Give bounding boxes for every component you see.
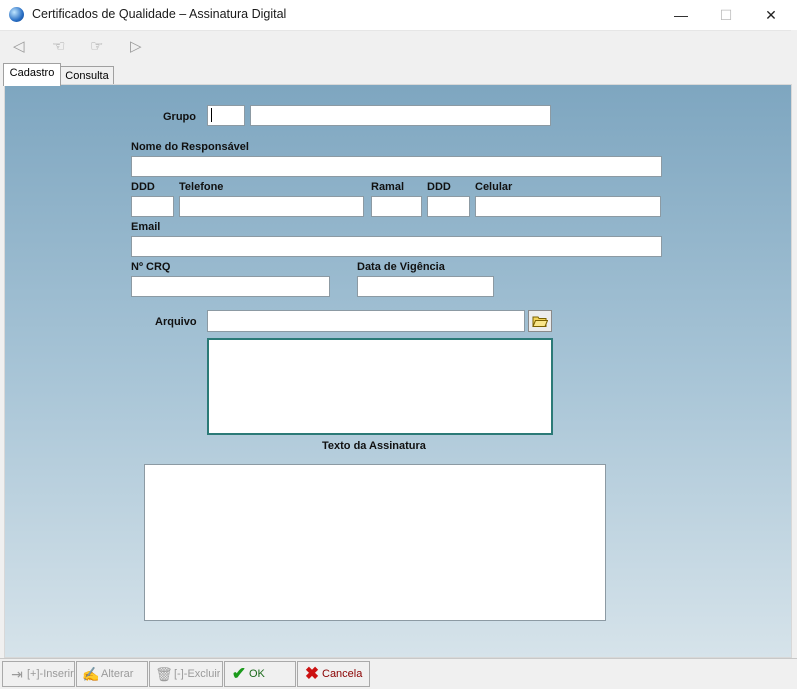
minimize-button[interactable]: — — [658, 0, 704, 30]
inserir-label: [+]-Inserir — [27, 668, 74, 680]
browse-file-button[interactable] — [528, 310, 552, 332]
arquivo-label: Arquivo — [155, 316, 197, 328]
excluir-button[interactable]: 🗑 [-]-Excluir — [149, 661, 223, 687]
inserir-button[interactable]: ⇥ [+]-Inserir — [2, 661, 75, 687]
text-caret — [211, 108, 212, 122]
grupo-code-input[interactable] — [207, 105, 245, 126]
celular-input[interactable] — [475, 196, 661, 217]
delete-record-icon: 🗑 — [155, 665, 173, 682]
crq-label: Nº CRQ — [131, 261, 171, 273]
cancela-label: Cancela — [322, 668, 363, 680]
close-button[interactable]: ✕ — [748, 0, 794, 30]
telefone-input[interactable] — [179, 196, 364, 217]
insert-record-icon: ⇥ — [11, 665, 23, 682]
tab-label: Consulta — [65, 70, 109, 82]
window-title: Certificados de Qualidade – Assinatura D… — [32, 7, 287, 21]
tab-strip: Cadastro Consulta — [0, 61, 797, 86]
next-record-icon[interactable]: ☞ — [90, 37, 103, 55]
checkmark-icon: ✔ — [231, 664, 247, 683]
ddd-label: DDD — [131, 181, 155, 193]
vigencia-input[interactable] — [357, 276, 494, 297]
ddd-celular-input[interactable] — [427, 196, 470, 217]
nome-responsavel-input[interactable] — [131, 156, 662, 177]
title-bar: Certificados de Qualidade – Assinatura D… — [0, 0, 797, 31]
cancela-button[interactable]: ✖ Cancela — [297, 661, 370, 687]
action-bar: ⇥ [+]-Inserir ✍ Alterar 🗑 [-]-Excluir ✔ … — [0, 658, 797, 689]
last-record-icon[interactable]: ▷ — [130, 37, 142, 55]
tab-consulta[interactable]: Consulta — [60, 66, 114, 85]
tab-label: Cadastro — [9, 67, 55, 79]
texto-assinatura-label: Texto da Assinatura — [322, 440, 426, 452]
ddd-celular-label: DDD — [427, 181, 451, 193]
grupo-label: Grupo — [163, 111, 196, 123]
excluir-label: [-]-Excluir — [174, 668, 221, 680]
tab-cadastro[interactable]: Cadastro — [3, 63, 61, 86]
ramal-label: Ramal — [371, 181, 405, 193]
app-icon — [9, 7, 24, 22]
record-navigation-toolbar: ◁ ☜ ☞ ▷ — [0, 31, 797, 61]
ddd-input[interactable] — [131, 196, 174, 217]
cancel-x-icon: ✖ — [304, 664, 320, 683]
alterar-label: Alterar — [101, 668, 134, 680]
first-record-icon[interactable]: ◁ — [13, 37, 25, 55]
ok-button[interactable]: ✔ OK — [224, 661, 296, 687]
vigencia-label: Data de Vigência — [357, 261, 445, 273]
alterar-button[interactable]: ✍ Alterar — [76, 661, 148, 687]
maximize-button[interactable]: ☐ — [703, 0, 749, 30]
open-folder-icon — [532, 316, 548, 327]
ramal-input[interactable] — [371, 196, 422, 217]
ok-label: OK — [249, 668, 265, 680]
edit-record-icon: ✍ — [82, 665, 100, 682]
telefone-label: Telefone — [179, 181, 224, 193]
celular-label: Celular — [475, 181, 513, 193]
email-label: Email — [131, 221, 161, 233]
email-input[interactable] — [131, 236, 662, 257]
nome-responsavel-label: Nome do Responsável — [131, 141, 249, 153]
previous-record-icon[interactable]: ☜ — [52, 37, 65, 55]
texto-assinatura-textarea[interactable] — [144, 464, 606, 621]
arquivo-input[interactable] — [207, 310, 525, 332]
grupo-description-input[interactable] — [250, 105, 551, 126]
crq-input[interactable] — [131, 276, 330, 297]
signature-image-preview — [207, 338, 553, 435]
